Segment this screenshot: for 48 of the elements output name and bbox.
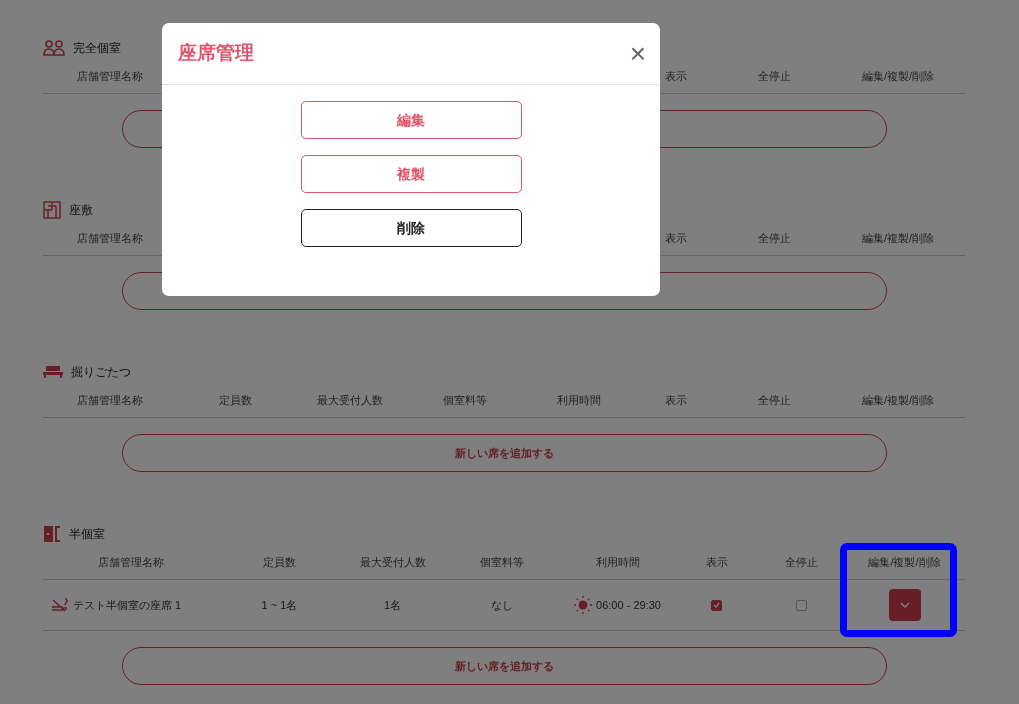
section-title: 半個室 [69, 526, 105, 543]
display-checkbox[interactable] [711, 599, 722, 611]
column-header: 定員数 [218, 393, 253, 409]
column-header: 表示 [704, 555, 729, 571]
table-cell-text: 1 ~ 1名 [261, 597, 298, 613]
column-header: 個室料等 [441, 393, 488, 409]
column-header: 最大受付人数 [358, 555, 427, 571]
column-header: 表示 [664, 69, 688, 85]
floor-plan-icon [43, 201, 61, 219]
people-icon [43, 40, 65, 56]
section-title: 掘りごたつ [71, 364, 131, 381]
column-header: 全停止 [757, 231, 792, 247]
column-header: 定員数 [262, 555, 297, 571]
column-header: 店舗管理名称 [76, 69, 144, 85]
column-header: 編集/複製/削除 [860, 231, 936, 247]
column-header: 店舗管理名称 [76, 231, 144, 247]
chevron-down-icon [899, 602, 910, 608]
table-cell-text: なし [491, 597, 513, 613]
column-header: 全停止 [757, 69, 792, 85]
column-header: 最大受付人数 [315, 393, 384, 409]
column-header: 編集/複製/削除 [867, 555, 942, 571]
dropdown-button[interactable] [888, 589, 921, 621]
dialog-option-button[interactable]: 削除 [300, 209, 522, 247]
door-icon [43, 525, 61, 543]
column-header: 表示 [664, 393, 688, 409]
dialog-option-button[interactable]: 編集 [300, 101, 522, 139]
column-header: 全停止 [783, 555, 819, 571]
table-cell-text: 1名 [383, 597, 402, 613]
column-header: 利用時間 [556, 393, 602, 409]
column-header: 編集/複製/削除 [860, 69, 936, 85]
section-title: 座敷 [69, 202, 93, 219]
close-button[interactable]: × [629, 39, 646, 68]
column-header: 編集/複製/削除 [860, 393, 936, 409]
dialog-title: 座席管理 [178, 41, 254, 66]
column-header: 個室料等 [479, 555, 525, 571]
column-header: 店舗管理名称 [96, 555, 165, 571]
table-icon [43, 366, 63, 378]
hours-text: 06:00 - 29:30 [596, 597, 661, 613]
dialog-option-button[interactable]: 複製 [300, 155, 522, 193]
sun-icon [574, 596, 593, 614]
column-header: 利用時間 [594, 555, 641, 571]
no-smoking-icon [51, 598, 69, 612]
column-header: 全停止 [757, 393, 792, 409]
stop-checkbox[interactable] [795, 599, 807, 611]
column-header: 表示 [664, 231, 688, 247]
seat-name: テスト半個室の座席 1 [73, 597, 182, 613]
section-title: 完全個室 [73, 40, 121, 57]
column-header: 店舗管理名称 [76, 393, 144, 409]
